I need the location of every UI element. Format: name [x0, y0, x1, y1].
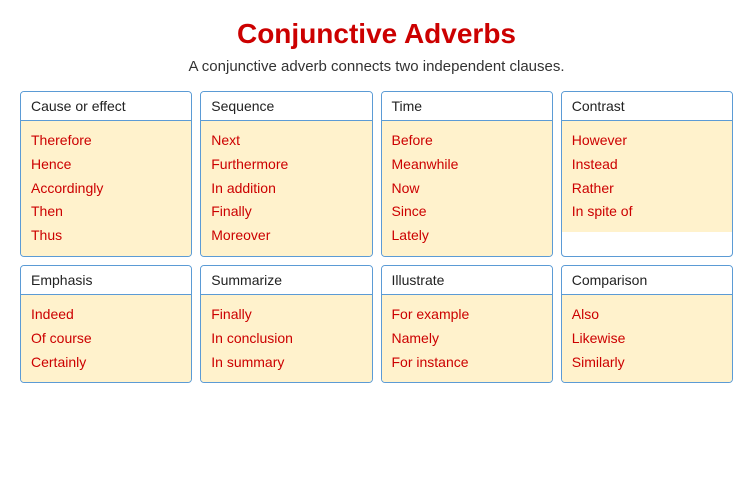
card-item: Accordingly — [31, 177, 181, 201]
card-item: Rather — [572, 177, 722, 201]
card-item: Next — [211, 129, 361, 153]
card-item: Furthermore — [211, 153, 361, 177]
card-item: Namely — [392, 327, 542, 351]
page-title: Conjunctive Adverbs — [20, 18, 733, 50]
card-body-contrast: HoweverInsteadRatherIn spite of — [562, 121, 732, 232]
card-item: Lately — [392, 224, 542, 248]
card-header-illustrate: Illustrate — [382, 266, 552, 295]
card-item: Moreover — [211, 224, 361, 248]
card-body-illustrate: For exampleNamelyFor instance — [382, 295, 552, 382]
card-cause-effect: Cause or effectThereforeHenceAccordingly… — [20, 91, 192, 257]
card-item: Similarly — [572, 351, 722, 375]
card-illustrate: IllustrateFor exampleNamelyFor instance — [381, 265, 553, 383]
card-comparison: ComparisonAlsoLikewiseSimilarly — [561, 265, 733, 383]
card-header-comparison: Comparison — [562, 266, 732, 295]
card-item: Before — [392, 129, 542, 153]
subtitle: A conjunctive adverb connects two indepe… — [20, 58, 733, 75]
card-item: In spite of — [572, 200, 722, 224]
card-header-emphasis: Emphasis — [21, 266, 191, 295]
card-body-cause-effect: ThereforeHenceAccordinglyThenThus — [21, 121, 191, 256]
card-item: Finally — [211, 303, 361, 327]
card-item: Therefore — [31, 129, 181, 153]
card-emphasis: EmphasisIndeedOf courseCertainly — [20, 265, 192, 383]
cards-grid: Cause or effectThereforeHenceAccordingly… — [20, 91, 733, 383]
card-body-emphasis: IndeedOf courseCertainly — [21, 295, 191, 382]
card-item: Hence — [31, 153, 181, 177]
card-item: However — [572, 129, 722, 153]
card-header-time: Time — [382, 92, 552, 121]
card-item: In conclusion — [211, 327, 361, 351]
card-item: Certainly — [31, 351, 181, 375]
card-item: Instead — [572, 153, 722, 177]
card-body-comparison: AlsoLikewiseSimilarly — [562, 295, 732, 382]
card-item: For example — [392, 303, 542, 327]
card-item: Since — [392, 200, 542, 224]
card-item: For instance — [392, 351, 542, 375]
card-contrast: ContrastHoweverInsteadRatherIn spite of — [561, 91, 733, 257]
card-body-time: BeforeMeanwhileNowSinceLately — [382, 121, 552, 256]
card-header-contrast: Contrast — [562, 92, 732, 121]
card-item: In addition — [211, 177, 361, 201]
card-header-summarize: Summarize — [201, 266, 371, 295]
card-item: Then — [31, 200, 181, 224]
card-item: In summary — [211, 351, 361, 375]
card-item: Likewise — [572, 327, 722, 351]
card-item: Of course — [31, 327, 181, 351]
card-summarize: SummarizeFinallyIn conclusionIn summary — [200, 265, 372, 383]
card-body-summarize: FinallyIn conclusionIn summary — [201, 295, 371, 382]
card-body-sequence: NextFurthermoreIn additionFinallyMoreove… — [201, 121, 371, 256]
card-header-cause-effect: Cause or effect — [21, 92, 191, 121]
card-item: Finally — [211, 200, 361, 224]
card-header-sequence: Sequence — [201, 92, 371, 121]
card-item: Indeed — [31, 303, 181, 327]
card-item: Now — [392, 177, 542, 201]
card-item: Meanwhile — [392, 153, 542, 177]
card-item: Thus — [31, 224, 181, 248]
card-time: TimeBeforeMeanwhileNowSinceLately — [381, 91, 553, 257]
card-item: Also — [572, 303, 722, 327]
card-sequence: SequenceNextFurthermoreIn additionFinall… — [200, 91, 372, 257]
